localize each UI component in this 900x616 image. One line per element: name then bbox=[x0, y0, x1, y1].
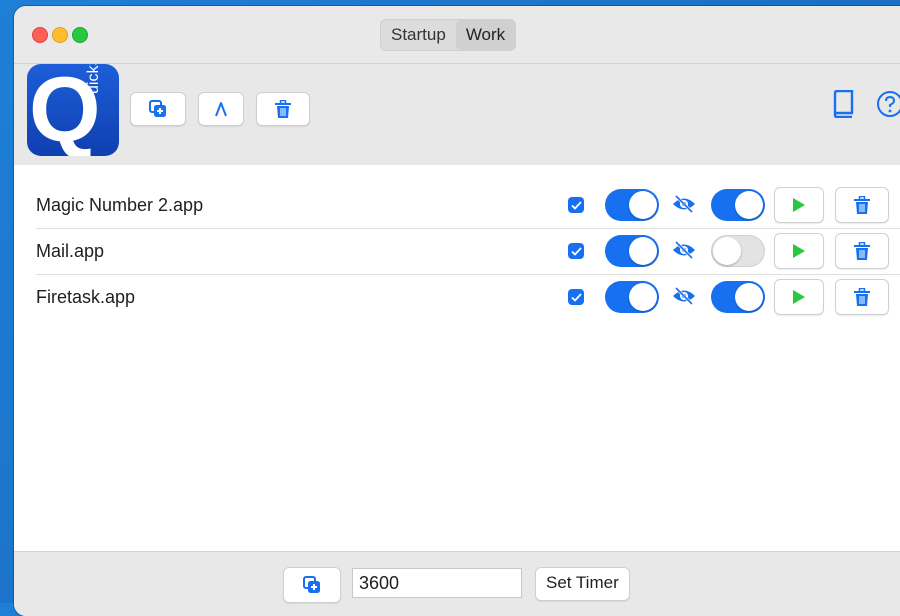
book-icon[interactable] bbox=[832, 90, 854, 118]
trash-icon bbox=[854, 287, 870, 306]
app-name: Firetask.app bbox=[36, 287, 136, 307]
trash-icon bbox=[854, 241, 870, 260]
hide-toggle[interactable] bbox=[711, 235, 765, 267]
delete-profile-button[interactable] bbox=[256, 92, 310, 126]
minimize-window-button[interactable] bbox=[52, 27, 68, 43]
launch-button[interactable] bbox=[774, 279, 824, 315]
help-icon[interactable] bbox=[876, 90, 900, 118]
toggle-knob bbox=[629, 237, 657, 265]
launch-button[interactable] bbox=[774, 187, 824, 223]
toggle-knob bbox=[735, 283, 763, 311]
profile-segmented-control: Startup Work bbox=[380, 19, 517, 51]
toggle-knob bbox=[713, 237, 741, 265]
toggle-knob bbox=[735, 191, 763, 219]
logo-side-text: uickStart bbox=[85, 64, 103, 94]
pencil-tip-icon bbox=[215, 102, 227, 117]
launch-button[interactable] bbox=[774, 233, 824, 269]
maximize-window-button[interactable] bbox=[72, 27, 88, 43]
remove-app-button[interactable] bbox=[835, 233, 889, 269]
add-timer-button[interactable] bbox=[283, 567, 341, 603]
launch-toggle[interactable] bbox=[605, 235, 659, 267]
duplicate-add-icon bbox=[149, 100, 166, 117]
enable-checkbox[interactable] bbox=[568, 289, 584, 305]
remove-app-button[interactable] bbox=[835, 187, 889, 223]
hide-toggle[interactable] bbox=[711, 281, 765, 313]
list-item[interactable]: Magic Number 2.app bbox=[14, 183, 900, 229]
toggle-knob bbox=[629, 191, 657, 219]
checkmark-icon bbox=[570, 246, 582, 256]
duplicate-add-icon bbox=[303, 576, 320, 593]
segment-work[interactable]: Work bbox=[455, 20, 516, 50]
app-list: Magic Number 2.app Mail.app Firetask.app bbox=[14, 165, 900, 551]
edit-app-button[interactable] bbox=[198, 92, 244, 126]
enable-checkbox[interactable] bbox=[568, 243, 584, 259]
bottom-bar: Set Timer bbox=[14, 551, 900, 616]
play-icon bbox=[793, 198, 805, 212]
toolbar: Q uickStart bbox=[14, 64, 900, 165]
list-item[interactable]: Mail.app bbox=[14, 229, 900, 275]
app-name: Magic Number 2.app bbox=[36, 195, 204, 215]
add-app-button[interactable] bbox=[130, 92, 186, 126]
timer-input[interactable] bbox=[352, 568, 522, 598]
close-window-button[interactable] bbox=[32, 27, 48, 43]
play-icon bbox=[793, 290, 805, 304]
hide-toggle[interactable] bbox=[711, 189, 765, 221]
trash-icon bbox=[854, 195, 870, 214]
play-icon bbox=[793, 244, 805, 258]
segment-startup[interactable]: Startup bbox=[381, 20, 456, 50]
app-window: Startup Work Q uickStart bbox=[14, 6, 900, 616]
title-bar: Startup Work bbox=[14, 6, 900, 64]
set-timer-button[interactable]: Set Timer bbox=[535, 567, 630, 601]
eye-slash-icon bbox=[673, 287, 695, 305]
app-name: Mail.app bbox=[36, 241, 105, 261]
list-item[interactable]: Firetask.app bbox=[14, 275, 900, 321]
eye-slash-icon bbox=[673, 241, 695, 259]
checkmark-icon bbox=[570, 292, 582, 302]
launch-toggle[interactable] bbox=[605, 281, 659, 313]
eye-slash-icon bbox=[673, 195, 695, 213]
checkmark-icon bbox=[570, 200, 582, 210]
remove-app-button[interactable] bbox=[835, 279, 889, 315]
enable-checkbox[interactable] bbox=[568, 197, 584, 213]
toggle-knob bbox=[629, 283, 657, 311]
trash-icon bbox=[275, 99, 291, 118]
app-logo: Q uickStart bbox=[27, 64, 119, 156]
launch-toggle[interactable] bbox=[605, 189, 659, 221]
